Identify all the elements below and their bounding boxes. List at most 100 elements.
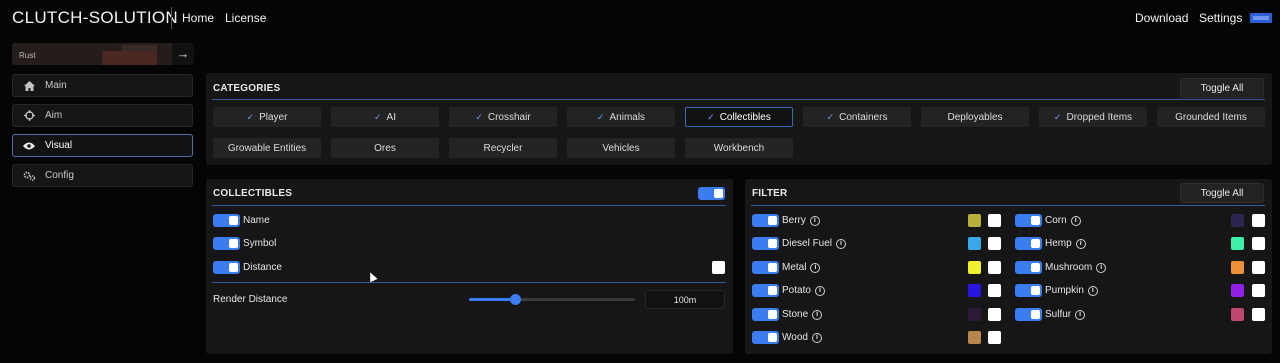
pumpkin-color-swatch[interactable] bbox=[1231, 284, 1244, 297]
distance-color-picker[interactable] bbox=[712, 261, 725, 274]
category-ores-button[interactable]: Ores bbox=[331, 138, 439, 158]
checkmark-icon: ✓ bbox=[596, 111, 605, 122]
nav-license-link[interactable]: License bbox=[225, 11, 266, 25]
info-icon[interactable]: i bbox=[836, 238, 847, 249]
info-icon[interactable]: i bbox=[1075, 309, 1086, 320]
hemp-secondary-color[interactable] bbox=[1252, 237, 1265, 250]
hemp-toggle[interactable] bbox=[1015, 237, 1042, 250]
category-player-button[interactable]: ✓ Player bbox=[213, 107, 321, 127]
collectibles-divider bbox=[212, 205, 726, 206]
category-label: Player bbox=[259, 111, 288, 123]
diesel-fuel-secondary-color[interactable] bbox=[988, 237, 1001, 250]
diesel-fuel-color-swatch[interactable] bbox=[968, 237, 981, 250]
stone-color-swatch[interactable] bbox=[968, 308, 981, 321]
distance-label: Distance bbox=[243, 262, 282, 273]
category-vehicles-button[interactable]: Vehicles bbox=[567, 138, 675, 158]
checkmark-icon: ✓ bbox=[475, 111, 483, 122]
wood-color-swatch[interactable] bbox=[968, 331, 981, 344]
info-icon[interactable]: i bbox=[1070, 215, 1081, 226]
category-containers-button[interactable]: ✓ Containers bbox=[803, 107, 911, 127]
filter-toggle-all-button[interactable]: Toggle All bbox=[1180, 183, 1264, 203]
category-collectibles-button[interactable]: ✓ Collectibles bbox=[685, 107, 793, 127]
category-grounded-items-button[interactable]: Grounded Items bbox=[1157, 107, 1265, 127]
distance-toggle[interactable] bbox=[213, 261, 240, 274]
category-recycler-button[interactable]: Recycler bbox=[449, 138, 557, 158]
berry-toggle[interactable] bbox=[752, 214, 779, 227]
checkmark-icon: ✓ bbox=[1053, 111, 1062, 122]
diesel-fuel-toggle[interactable] bbox=[752, 237, 779, 250]
category-label: Grounded Items bbox=[1175, 111, 1247, 123]
render-distance-value[interactable]: 100m bbox=[645, 290, 725, 309]
metal-label: Metal i bbox=[782, 262, 821, 273]
metal-color-swatch[interactable] bbox=[968, 261, 981, 274]
stone-toggle[interactable] bbox=[752, 308, 779, 321]
sidebar-item-main[interactable]: Main bbox=[12, 74, 193, 97]
crosshair-icon bbox=[13, 110, 45, 121]
metal-toggle[interactable] bbox=[752, 261, 779, 274]
info-icon[interactable]: i bbox=[809, 215, 820, 226]
sidebar-item-aim[interactable]: Aim bbox=[12, 104, 193, 127]
info-icon[interactable]: i bbox=[814, 285, 825, 296]
mushroom-toggle[interactable] bbox=[1015, 261, 1042, 274]
game-label: Rust bbox=[19, 51, 36, 60]
nav-home-link[interactable]: Home bbox=[182, 11, 214, 25]
slider-thumb[interactable] bbox=[509, 294, 521, 305]
info-icon[interactable]: i bbox=[1087, 285, 1098, 296]
checkmark-icon: ✓ bbox=[826, 111, 835, 122]
info-icon[interactable]: i bbox=[1096, 262, 1107, 273]
sulfur-color-swatch[interactable] bbox=[1231, 308, 1244, 321]
language-flag-icon[interactable] bbox=[1250, 13, 1272, 23]
collectibles-master-toggle[interactable] bbox=[698, 187, 725, 200]
category-growable-entities-button[interactable]: Growable Entities bbox=[213, 138, 321, 158]
sidebar-item-label: Main bbox=[45, 80, 67, 91]
potato-toggle[interactable] bbox=[752, 284, 779, 297]
mushroom-color-swatch[interactable] bbox=[1231, 261, 1244, 274]
nav-download-link[interactable]: Download bbox=[1135, 11, 1188, 25]
category-workbench-button[interactable]: Workbench bbox=[685, 138, 793, 158]
metal-secondary-color[interactable] bbox=[988, 261, 1001, 274]
mushroom-secondary-color[interactable] bbox=[1252, 261, 1265, 274]
game-card[interactable]: Rust → bbox=[12, 43, 194, 65]
wood-secondary-color[interactable] bbox=[988, 331, 1001, 344]
category-ai-button[interactable]: ✓ AI bbox=[331, 107, 439, 127]
corn-secondary-color[interactable] bbox=[1252, 214, 1265, 227]
info-icon[interactable]: i bbox=[811, 332, 822, 343]
pumpkin-toggle[interactable] bbox=[1015, 284, 1042, 297]
symbol-label: Symbol bbox=[243, 238, 277, 249]
name-toggle[interactable] bbox=[213, 214, 240, 227]
berry-color-swatch[interactable] bbox=[968, 214, 981, 227]
berry-secondary-color[interactable] bbox=[988, 214, 1001, 227]
sulfur-secondary-color[interactable] bbox=[1252, 308, 1265, 321]
hemp-color-swatch[interactable] bbox=[1231, 237, 1244, 250]
corn-toggle[interactable] bbox=[1015, 214, 1042, 227]
category-label: AI bbox=[386, 111, 396, 123]
category-animals-button[interactable]: ✓ Animals bbox=[567, 107, 675, 127]
brand-divider bbox=[171, 7, 172, 29]
sulfur-toggle[interactable] bbox=[1015, 308, 1042, 321]
sidebar-item-config[interactable]: Config bbox=[12, 164, 193, 187]
category-deployables-button[interactable]: Deployables bbox=[921, 107, 1029, 127]
category-label: Containers bbox=[839, 111, 888, 123]
info-icon[interactable]: i bbox=[810, 262, 821, 273]
pumpkin-secondary-color[interactable] bbox=[1252, 284, 1265, 297]
symbol-toggle[interactable] bbox=[213, 237, 240, 250]
stone-label: Stone i bbox=[782, 309, 823, 320]
collectibles-divider-2 bbox=[212, 282, 726, 283]
info-icon[interactable]: i bbox=[812, 309, 823, 320]
category-label: Dropped Items bbox=[1066, 111, 1133, 123]
categories-toggle-all-button[interactable]: Toggle All bbox=[1180, 78, 1264, 98]
checkmark-icon: ✓ bbox=[246, 111, 255, 122]
info-icon[interactable]: i bbox=[1075, 238, 1086, 249]
nav-settings-link[interactable]: Settings bbox=[1199, 11, 1242, 25]
corn-color-swatch[interactable] bbox=[1231, 214, 1244, 227]
category-crosshair-button[interactable]: ✓ Crosshair bbox=[449, 107, 557, 127]
filter-divider bbox=[751, 205, 1265, 206]
category-dropped-items-button[interactable]: ✓ Dropped Items bbox=[1039, 107, 1147, 127]
arrow-right-icon[interactable]: → bbox=[172, 43, 194, 65]
stone-secondary-color[interactable] bbox=[988, 308, 1001, 321]
render-distance-slider[interactable] bbox=[469, 294, 635, 305]
wood-toggle[interactable] bbox=[752, 331, 779, 344]
sidebar-item-visual[interactable]: Visual bbox=[12, 134, 193, 157]
potato-secondary-color[interactable] bbox=[988, 284, 1001, 297]
potato-color-swatch[interactable] bbox=[968, 284, 981, 297]
